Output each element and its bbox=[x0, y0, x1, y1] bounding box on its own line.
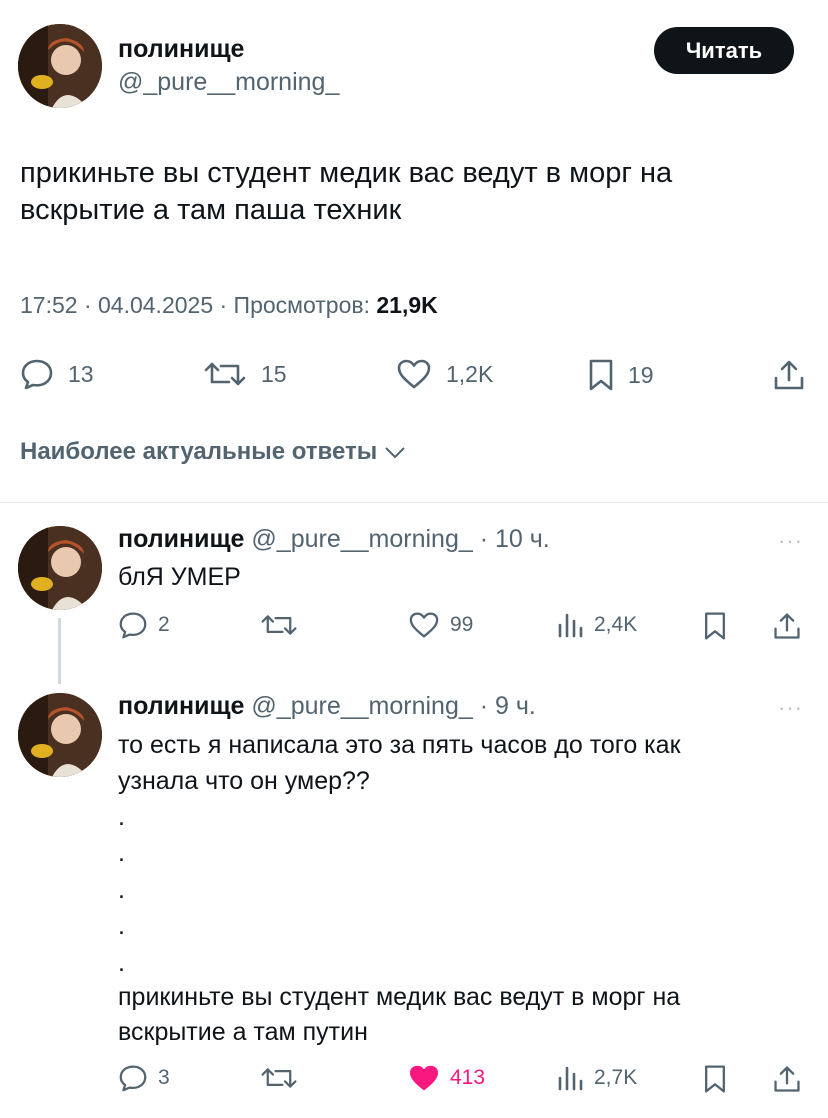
tweet-timestamp[interactable]: 17:52 · 04.04.2025 · Просмотров: bbox=[20, 292, 376, 318]
bookmark-icon bbox=[705, 612, 725, 640]
reply-count: 2 bbox=[158, 613, 170, 636]
author-handle[interactable]: @_pure__morning_ bbox=[118, 68, 339, 97]
bookmark-icon bbox=[589, 359, 613, 391]
retweet-button[interactable]: 15 bbox=[203, 358, 287, 390]
bookmark-icon bbox=[705, 1065, 725, 1093]
reply-author-name[interactable]: полинище bbox=[118, 692, 244, 720]
retweet-icon bbox=[261, 1068, 297, 1088]
author-avatar[interactable] bbox=[18, 24, 102, 108]
analytics-icon bbox=[558, 1066, 583, 1091]
reply-header: полинище @_pure__morning_ · 10 ч. bbox=[118, 525, 550, 554]
view-count: 2,4K bbox=[594, 613, 638, 636]
retweet-button[interactable] bbox=[260, 611, 298, 639]
retweet-button[interactable] bbox=[260, 1064, 298, 1092]
views-button[interactable]: 2,7K bbox=[556, 1064, 637, 1092]
reply-text-line: узнала что он умер?? bbox=[118, 767, 370, 795]
reply-avatar[interactable] bbox=[18, 526, 102, 610]
heart-filled-icon bbox=[410, 1065, 438, 1091]
divider bbox=[0, 502, 828, 503]
share-icon bbox=[774, 360, 804, 390]
retweet-icon bbox=[261, 615, 297, 635]
view-count: 21,9K bbox=[376, 292, 438, 318]
heart-icon bbox=[397, 359, 431, 389]
reply-text: блЯ УМЕР bbox=[118, 563, 241, 591]
reply-count: 13 bbox=[68, 360, 94, 387]
reply-time[interactable]: · 9 ч. bbox=[480, 692, 536, 720]
bookmark-button[interactable] bbox=[703, 611, 727, 641]
share-button[interactable] bbox=[772, 1064, 802, 1094]
like-count: 1,2K bbox=[446, 360, 494, 387]
share-button[interactable] bbox=[772, 611, 802, 641]
reply-text-line: прикиньте вы студент медик вас ведут в м… bbox=[118, 983, 681, 1011]
reply-icon bbox=[21, 359, 53, 390]
tweet-meta: 17:52 · 04.04.2025 · Просмотров: 21,9K bbox=[20, 292, 438, 319]
heart-icon bbox=[409, 612, 439, 638]
reply-time[interactable]: · 10 ч. bbox=[480, 525, 550, 553]
reply-button[interactable]: 2 bbox=[118, 611, 170, 639]
view-count: 2,7K bbox=[594, 1066, 638, 1089]
like-count: 413 bbox=[450, 1066, 486, 1089]
thread-connector bbox=[58, 618, 61, 684]
sort-replies-dropdown[interactable]: Наиболее актуальные ответы bbox=[20, 438, 407, 466]
reply-dot-line: . bbox=[118, 876, 125, 904]
views-button[interactable]: 2,4K bbox=[556, 611, 637, 639]
reply-icon bbox=[119, 1065, 147, 1092]
reply-text-line: то есть я написала это за пять часов до … bbox=[118, 731, 681, 759]
share-button[interactable] bbox=[772, 358, 806, 392]
sort-replies-label: Наиболее актуальные ответы bbox=[20, 438, 378, 465]
reply-avatar[interactable] bbox=[18, 693, 102, 777]
author-name[interactable]: полинище bbox=[118, 35, 244, 64]
follow-button[interactable]: Читать bbox=[654, 27, 794, 74]
reply-dot-line: . bbox=[118, 803, 125, 831]
reply-author-handle[interactable]: @_pure__morning_ bbox=[251, 692, 472, 720]
retweet-icon bbox=[204, 362, 246, 386]
retweet-count: 15 bbox=[261, 360, 287, 387]
reply-author-handle[interactable]: @_pure__morning_ bbox=[251, 525, 472, 553]
reply-author-name[interactable]: полинище bbox=[118, 525, 244, 553]
bookmark-count: 19 bbox=[628, 361, 654, 388]
reply-dot-line: . bbox=[118, 949, 125, 977]
analytics-icon bbox=[558, 613, 583, 638]
bookmark-button[interactable]: 19 bbox=[588, 358, 654, 392]
reply-button[interactable]: 13 bbox=[20, 358, 94, 390]
reply-button[interactable]: 3 bbox=[118, 1064, 170, 1092]
tweet-text: прикиньте вы студент медик вас ведут в м… bbox=[20, 157, 673, 226]
share-icon bbox=[774, 613, 800, 639]
reply-dot-line: . bbox=[118, 912, 125, 940]
like-count: 99 bbox=[450, 613, 474, 636]
reply-count: 3 bbox=[158, 1066, 170, 1089]
reply-text-line: вскрытие а там путин bbox=[118, 1018, 368, 1046]
more-options-icon[interactable]: ··· bbox=[778, 695, 803, 721]
reply-dot-line: . bbox=[118, 839, 125, 867]
like-button[interactable]: 1,2K bbox=[396, 358, 493, 390]
bookmark-button[interactable] bbox=[703, 1064, 727, 1094]
more-options-icon[interactable]: ··· bbox=[778, 528, 803, 554]
like-button[interactable]: 413 bbox=[408, 1064, 485, 1092]
like-button[interactable]: 99 bbox=[408, 611, 473, 639]
chevron-down-icon bbox=[385, 447, 405, 459]
reply-header: полинище @_pure__morning_ · 9 ч. bbox=[118, 692, 536, 721]
share-icon bbox=[774, 1066, 800, 1092]
reply-icon bbox=[119, 612, 147, 639]
